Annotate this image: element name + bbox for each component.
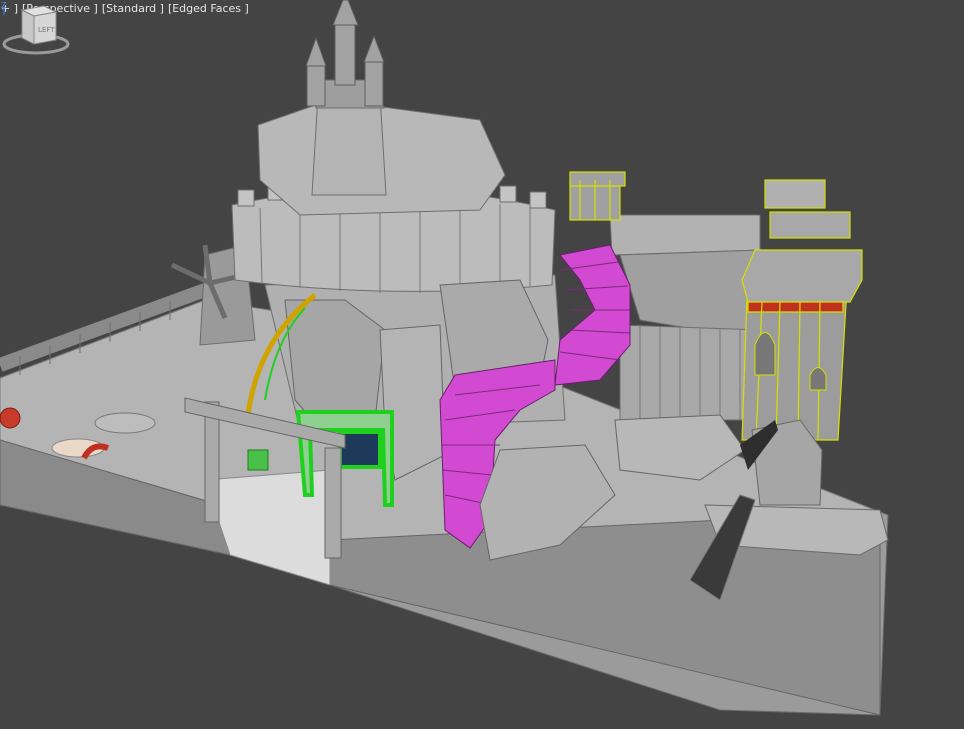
tower-window[interactable] xyxy=(754,332,776,376)
round-platform[interactable] xyxy=(94,412,156,434)
edges-mode-menu[interactable]: [Edged Faces ] xyxy=(168,2,249,15)
right-wall-panel[interactable] xyxy=(619,324,761,421)
axis-gizmo-z-label: Z xyxy=(1,1,7,10)
tower-window-small[interactable] xyxy=(809,367,827,391)
right-curtain-wall[interactable] xyxy=(609,214,761,256)
scene-canvas[interactable] xyxy=(0,0,964,729)
axis-gizmo: Z xyxy=(1,1,7,15)
viewcube-left-face[interactable] xyxy=(21,9,35,45)
mushroom-prop[interactable] xyxy=(0,407,21,429)
viewcube-face-label: LEFT xyxy=(38,26,55,34)
perspective-viewport[interactable]: + ] [Perspective ] [Standard ] [Edged Fa… xyxy=(0,0,964,729)
back-selected-tower[interactable] xyxy=(569,171,626,221)
shading-mode-menu[interactable]: [Standard ] xyxy=(102,2,164,15)
bucket-prop[interactable] xyxy=(247,449,269,471)
keep-central-tower[interactable] xyxy=(311,94,387,196)
